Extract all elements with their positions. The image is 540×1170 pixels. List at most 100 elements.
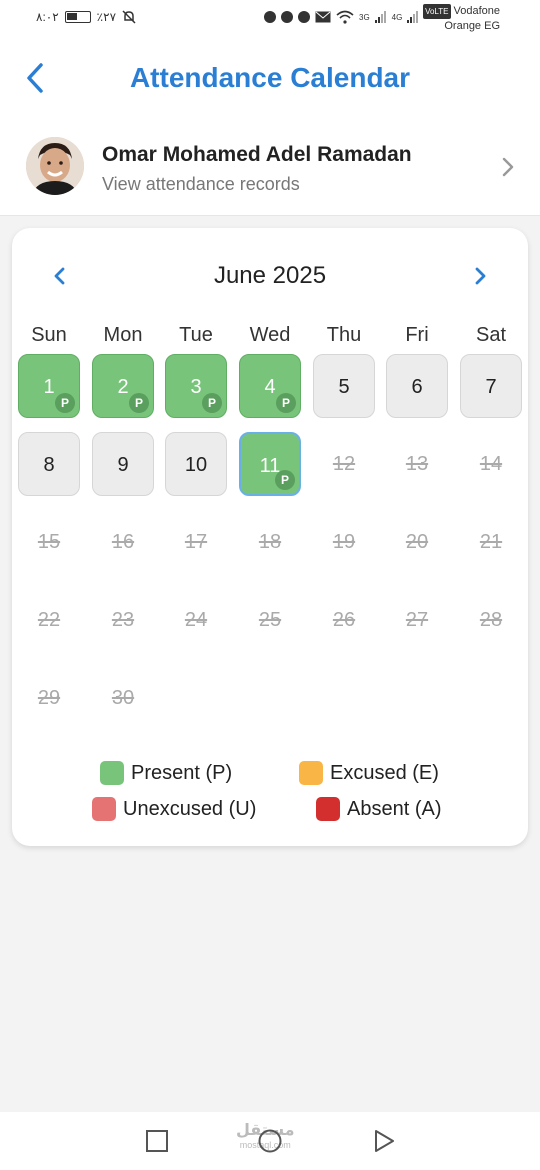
calendar-day-17: 17 bbox=[165, 510, 227, 574]
calendar-day-5[interactable]: 5 bbox=[313, 354, 375, 418]
weekday-label-sat: Sat bbox=[475, 324, 507, 346]
student-name: Omar Mohamed Adel Ramadan bbox=[102, 143, 412, 166]
calendar-day-21: 21 bbox=[460, 510, 522, 574]
day-number: 22 bbox=[37, 609, 61, 631]
page-title: Attendance Calendar bbox=[129, 62, 411, 93]
clock: ٨:٠٢ bbox=[36, 10, 59, 24]
carrier-line2: Orange EG bbox=[444, 20, 500, 32]
weekday-label-fri: Fri bbox=[405, 324, 429, 346]
legend-swatch bbox=[299, 761, 323, 785]
day-number: 23 bbox=[111, 609, 135, 631]
calendar-day-10[interactable]: 10 bbox=[165, 432, 227, 496]
legend-swatch bbox=[92, 797, 116, 821]
back-nav-button[interactable] bbox=[371, 1128, 397, 1154]
signal-icon bbox=[407, 11, 419, 23]
calendar-day-19: 19 bbox=[313, 510, 375, 574]
calendar-day-2[interactable]: 2P bbox=[92, 354, 154, 418]
day-number: 5 bbox=[338, 376, 350, 398]
calendar-day-24: 24 bbox=[165, 588, 227, 652]
attendance-badge: P bbox=[129, 393, 149, 413]
day-number: 26 bbox=[332, 609, 356, 631]
signal-icon bbox=[374, 11, 386, 23]
attendance-badge: P bbox=[276, 393, 296, 413]
calendar-day-23: 23 bbox=[92, 588, 154, 652]
legend-label: Present (P) bbox=[131, 761, 233, 784]
avatar bbox=[26, 137, 84, 195]
chevron-right-icon bbox=[502, 157, 514, 177]
calendar-day-7[interactable]: 7 bbox=[460, 354, 522, 418]
day-number: 16 bbox=[111, 531, 135, 553]
next-month-button[interactable] bbox=[468, 262, 492, 290]
mute-icon bbox=[122, 10, 136, 24]
day-number: 9 bbox=[117, 454, 129, 476]
student-profile-row[interactable]: Omar Mohamed Adel Ramadan View attendanc… bbox=[0, 116, 540, 216]
day-number: 27 bbox=[405, 609, 429, 631]
messenger-icon bbox=[264, 11, 276, 23]
app-header: Attendance Calendar bbox=[0, 44, 540, 116]
attendance-badge: P bbox=[202, 393, 222, 413]
calendar-day-11[interactable]: 11 P bbox=[239, 432, 301, 496]
legend-item: Unexcused (U) bbox=[92, 797, 256, 821]
calendar-card: June 2025 Sun Mon Tue Wed Thu Fri Sat 1 P 2 P 3 P 4 P 5… bbox=[12, 228, 528, 846]
calendar-day-8[interactable]: 8 bbox=[18, 432, 80, 496]
weekday-label-tue: Tue bbox=[179, 324, 213, 346]
day-number: 17 bbox=[184, 531, 208, 553]
day-number: 13 bbox=[405, 453, 429, 475]
notification-icons: 3G 4G bbox=[264, 10, 419, 24]
messenger-icon bbox=[281, 11, 293, 23]
network-4g: 4G bbox=[391, 12, 403, 22]
avatar-image bbox=[26, 137, 84, 195]
recents-button[interactable] bbox=[144, 1128, 170, 1154]
calendar-day-29: 29 bbox=[18, 666, 80, 730]
calendar-day-3[interactable]: 3P bbox=[165, 354, 227, 418]
student-subtitle: View attendance records bbox=[102, 174, 300, 194]
day-number: 6 bbox=[411, 376, 423, 398]
legend-label: Absent (A) bbox=[347, 797, 442, 820]
month-navigation: June 2025 bbox=[12, 256, 528, 296]
battery-percent: ٪٢٧ bbox=[96, 10, 117, 24]
calendar-day-18: 18 bbox=[239, 510, 301, 574]
attendance-badge: P bbox=[55, 393, 75, 413]
legend-item: Present (P) bbox=[100, 761, 232, 785]
day-number: 18 bbox=[258, 531, 282, 553]
day-number: 19 bbox=[332, 531, 356, 553]
weekday-label-thu: Thu bbox=[326, 324, 362, 346]
calendar-day-4[interactable]: 4P bbox=[239, 354, 301, 418]
calendar-day-22: 22 bbox=[18, 588, 80, 652]
day-number: 30 bbox=[111, 687, 135, 709]
calendar-day-16: 16 bbox=[92, 510, 154, 574]
network-3g: 3G bbox=[359, 12, 370, 22]
calendar-day-28: 28 bbox=[460, 588, 522, 652]
day-number: 12 bbox=[332, 453, 356, 475]
day-number: 29 bbox=[37, 687, 61, 709]
legend-label: Unexcused (U) bbox=[123, 797, 257, 820]
legend-swatch bbox=[100, 761, 124, 785]
day-number: 24 bbox=[184, 609, 208, 631]
home-button[interactable] bbox=[257, 1128, 283, 1154]
day-number: 20 bbox=[405, 531, 429, 553]
calendar-day-15: 15 bbox=[18, 510, 80, 574]
day-number: 10 bbox=[184, 454, 208, 476]
day-number: 21 bbox=[479, 531, 503, 553]
calendar-day-27: 27 bbox=[386, 588, 448, 652]
day-number: 28 bbox=[479, 609, 503, 631]
calendar-day-9[interactable]: 9 bbox=[92, 432, 154, 496]
legend-item: Excused (E) bbox=[299, 761, 439, 785]
legend-swatch bbox=[316, 797, 340, 821]
day-number: 7 bbox=[485, 376, 497, 398]
day-number: 14 bbox=[479, 453, 503, 475]
attendance-badge: P bbox=[275, 470, 295, 490]
legend-item: Absent (A) bbox=[316, 797, 441, 821]
day-number: 15 bbox=[37, 531, 61, 553]
day-number: 25 bbox=[258, 609, 282, 631]
calendar-day-26: 26 bbox=[313, 588, 375, 652]
calendar-day-6[interactable]: 6 bbox=[386, 354, 448, 418]
system-navigation-bar: مستقل mostaql.com bbox=[0, 1112, 540, 1170]
month-label: June 2025 bbox=[213, 262, 327, 289]
calendar-day-13: 13 bbox=[386, 432, 448, 496]
calendar-day-30: 30 bbox=[92, 666, 154, 730]
calendar-day-25: 25 bbox=[239, 588, 301, 652]
calendar-day-1[interactable]: 1P bbox=[18, 354, 80, 418]
legend-label: Excused (E) bbox=[330, 761, 439, 784]
messenger-icon bbox=[298, 11, 310, 23]
